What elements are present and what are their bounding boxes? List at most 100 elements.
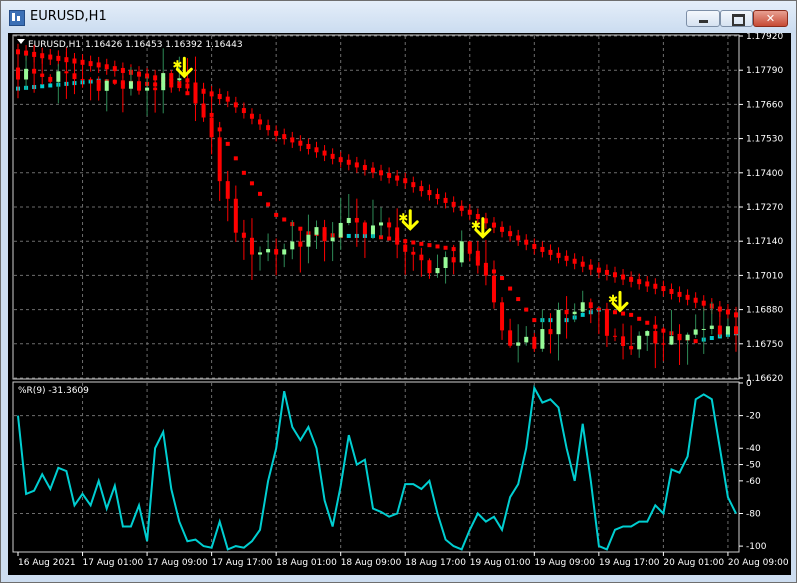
lower-ma-point — [443, 245, 448, 250]
bull-candle — [104, 80, 109, 91]
williams-r-line — [17, 384, 737, 551]
sell-star: ✱ — [172, 58, 182, 72]
lower-ma-point — [621, 311, 626, 316]
upper-ma-point — [306, 143, 311, 149]
bull-candle — [580, 302, 585, 312]
bull-candle — [709, 325, 714, 329]
bear-candle — [120, 82, 125, 89]
bull-candle — [24, 68, 29, 80]
bear-candle — [16, 67, 20, 80]
close-button[interactable]: ✕ — [753, 10, 788, 27]
indicator-tick-label: -50 — [746, 461, 761, 471]
time-tick-label: 17 Aug 17:00 — [212, 558, 273, 568]
lower-ma-point — [427, 243, 432, 248]
time-tick-label: 19 Aug 17:00 — [599, 558, 660, 568]
bear-candle — [604, 310, 609, 336]
upper-ma-point — [532, 243, 537, 249]
upper-ma-point — [572, 258, 577, 264]
bull-candle — [56, 71, 61, 82]
lower-ma-point — [524, 307, 529, 312]
bear-candle — [596, 308, 601, 311]
chart-menu-triangle-icon[interactable] — [17, 39, 25, 44]
bear-candle — [532, 336, 537, 349]
minimize-button[interactable] — [686, 10, 720, 27]
price-tick-label: 1.17920 — [746, 33, 783, 42]
lower-ma-point — [629, 312, 634, 317]
price-tick-label: 1.17010 — [746, 271, 783, 281]
bull-candle — [128, 81, 133, 89]
bull-candle — [282, 249, 287, 255]
upper-ma-point — [120, 67, 125, 73]
bull-candle — [161, 73, 166, 91]
upper-ma-point — [88, 61, 93, 67]
upper-ma-point — [685, 294, 690, 300]
upper-ma-point — [249, 113, 254, 119]
lower-ma-point — [225, 141, 230, 146]
bull-candle — [177, 78, 182, 81]
bear-candle — [411, 251, 416, 255]
bear-candle — [661, 343, 666, 345]
price-tick-label: 1.17400 — [746, 169, 783, 179]
upper-ma-point — [540, 246, 545, 252]
upper-ma-point — [483, 218, 488, 224]
lower-ma-point — [177, 83, 182, 88]
upper-ma-point — [556, 252, 561, 258]
bear-candle — [653, 331, 658, 344]
bull-candle — [516, 342, 521, 346]
lower-ma-point — [516, 297, 521, 302]
bull-candle — [459, 241, 464, 263]
bull-candle — [645, 331, 650, 336]
bear-candle — [362, 222, 367, 235]
upper-ma-point — [467, 209, 472, 215]
bear-candle — [588, 302, 593, 309]
bull-candle — [290, 241, 295, 250]
upper-ma-point — [491, 222, 496, 228]
upper-ma-point — [427, 190, 432, 196]
upper-ma-point — [734, 312, 738, 318]
lower-ma-point — [709, 336, 714, 341]
lower-ma-point — [266, 202, 271, 207]
bear-candle — [508, 330, 513, 346]
upper-ma-point — [346, 159, 351, 165]
lower-ma-point — [233, 156, 238, 161]
upper-ma-point — [637, 279, 642, 285]
lower-ma-point — [508, 286, 513, 291]
upper-ma-point — [580, 261, 585, 267]
bear-candle — [153, 87, 158, 91]
upper-ma-point — [290, 137, 295, 143]
candles — [16, 44, 738, 369]
lower-ma-point — [241, 170, 246, 175]
lower-ma-point — [282, 217, 287, 222]
title-bar[interactable]: EURUSD,H1 ✕ — [1, 1, 796, 33]
bull-candle — [145, 87, 150, 91]
upper-ma-point — [524, 239, 529, 245]
lower-ma-point — [645, 320, 650, 325]
upper-ma-point — [395, 175, 400, 181]
upper-ma-point — [596, 267, 601, 273]
bear-candle — [32, 68, 37, 74]
price-tick-label: 1.17790 — [746, 66, 783, 76]
bull-candle — [637, 335, 642, 350]
lower-ma-point — [693, 339, 698, 344]
bear-candle — [80, 79, 85, 81]
maximize-button[interactable] — [720, 10, 753, 27]
indicator-tick-label: 0 — [746, 379, 752, 389]
chart-canvas[interactable]: 1.17920 1.17790 1.17660 1.17530 1.17400 1.172… — [8, 33, 791, 575]
bull-candle — [346, 217, 351, 223]
bear-candle — [185, 78, 190, 83]
bear-candle — [467, 241, 472, 251]
sell-star: ✱ — [471, 219, 481, 233]
bear-candle — [233, 198, 238, 233]
chart-area[interactable]: 1.17920 1.17790 1.17660 1.17530 1.17400 1.172… — [8, 33, 791, 575]
ohlc-values: 1.16426 1.16453 1.16392 1.16443 — [85, 40, 242, 50]
time-tick-label: 18 Aug 09:00 — [341, 558, 402, 568]
upper-ma-point — [274, 130, 279, 136]
bull-candle — [685, 334, 690, 341]
bull-candle — [443, 257, 448, 269]
upper-ma-point — [48, 54, 53, 60]
price-tick-label: 1.17660 — [746, 100, 783, 110]
time-tick-label: 20 Aug 09:00 — [728, 558, 789, 568]
sell-star: ✱ — [398, 211, 408, 225]
maximize-icon — [732, 14, 745, 26]
bear-candle — [72, 73, 77, 80]
